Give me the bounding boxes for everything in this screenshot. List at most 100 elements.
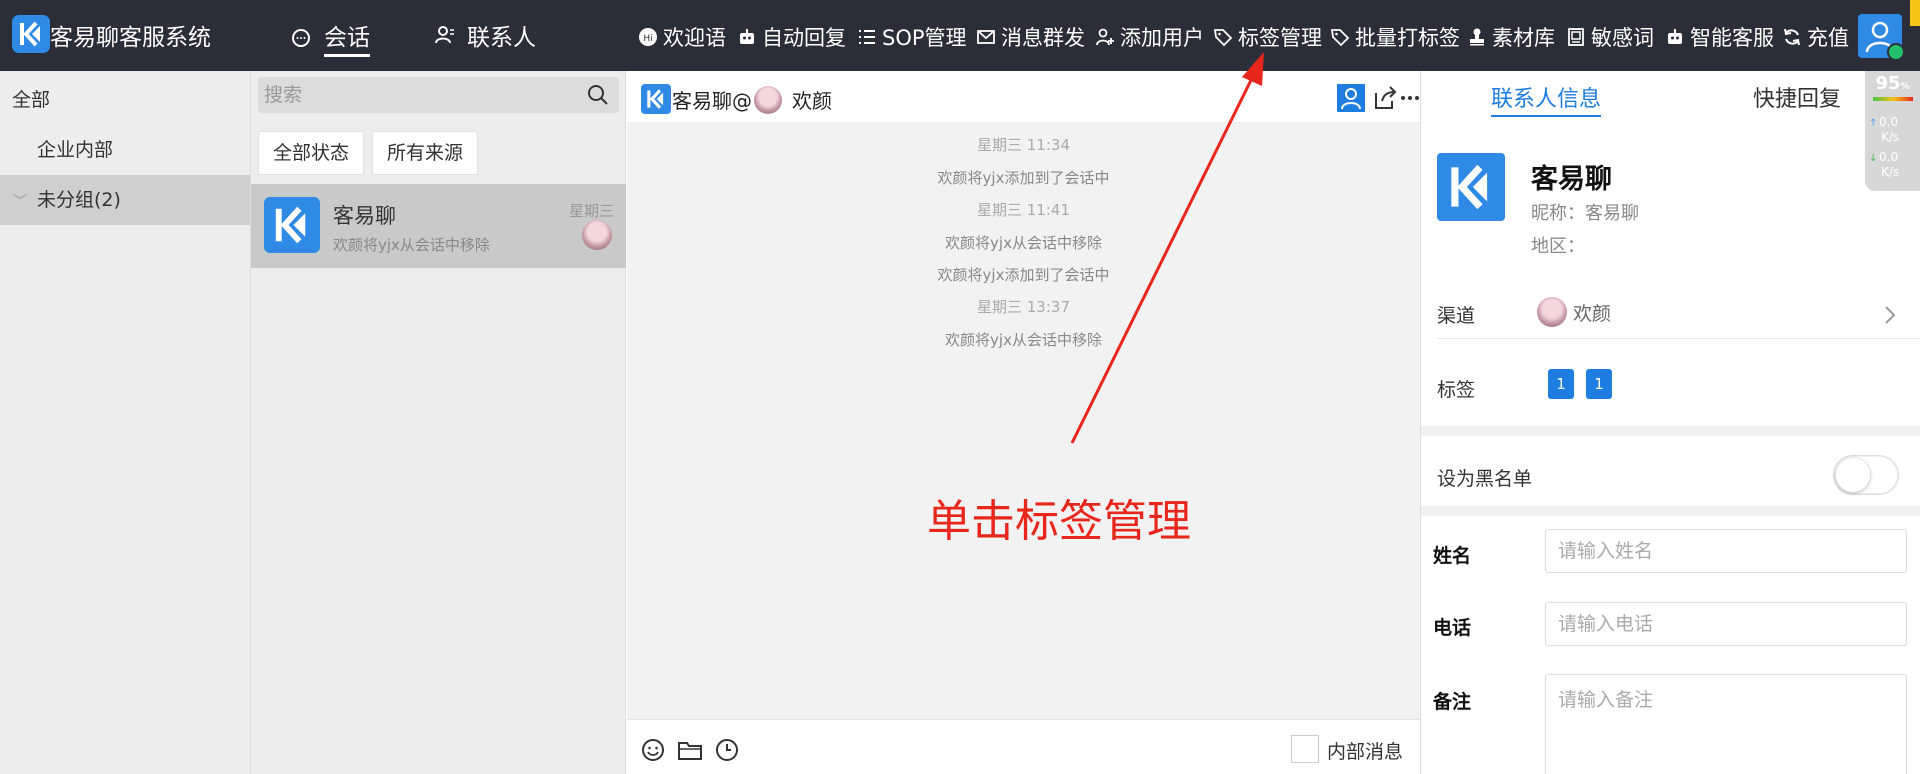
member-avatar bbox=[1537, 297, 1567, 327]
internal-message-checkbox[interactable] bbox=[1291, 735, 1319, 763]
contact-tabs: 联系人信息 快捷回复 bbox=[1421, 71, 1920, 123]
robot-icon bbox=[1668, 29, 1682, 44]
toolbar-label: 充值 bbox=[1807, 26, 1849, 50]
phone-label: 电话 bbox=[1433, 617, 1472, 639]
mail-icon bbox=[977, 30, 995, 44]
contact-panel: 联系人信息 快捷回复 客易聊 昵称：客易聊 地区： 渠道 欢颜 标签 1 1 设… bbox=[1420, 71, 1920, 774]
nav-tab-label: 会话 bbox=[324, 18, 370, 57]
search-icon[interactable] bbox=[587, 84, 609, 106]
toolbar-recharge[interactable]: 充值 bbox=[1782, 22, 1849, 52]
app-logo-icon bbox=[12, 15, 50, 53]
system-message: 欢颜将yjx从会话中移除 bbox=[945, 331, 1102, 349]
system-message: 欢颜将yjx添加到了会话中 bbox=[937, 169, 1110, 187]
tags-label: 标签 bbox=[1437, 379, 1476, 401]
app-logo-icon bbox=[275, 206, 306, 244]
accent-strip bbox=[1910, 0, 1920, 26]
toolbar-broadcast[interactable]: 消息群发 bbox=[976, 22, 1085, 52]
message-timestamp: 星期三 13:37 bbox=[977, 298, 1070, 316]
group-panel: 全部 企业内部 ﹀ 未分组(2) bbox=[0, 71, 251, 774]
chat-footer: 内部消息 bbox=[627, 719, 1420, 774]
toolbar-label: SOP管理 bbox=[882, 26, 967, 50]
upload-speed: ↑ 0.0 bbox=[1869, 116, 1919, 130]
channel-row[interactable]: 渠道 欢颜 bbox=[1421, 295, 1920, 335]
source-filter-button[interactable]: 所有来源 bbox=[372, 131, 479, 175]
tab-contact-info[interactable]: 联系人信息 bbox=[1491, 81, 1602, 117]
arrow-up-icon: ↑ bbox=[1869, 118, 1878, 129]
name-label: 姓名 bbox=[1433, 545, 1472, 567]
tags-row: 标签 1 1 bbox=[1421, 367, 1920, 407]
upload-speed-value: 0.0 bbox=[1879, 115, 1899, 129]
toolbar-label: 批量打标签 bbox=[1355, 26, 1460, 50]
search-input[interactable] bbox=[258, 77, 578, 113]
emoji-icon[interactable] bbox=[640, 737, 666, 763]
toolbar-label: 标签管理 bbox=[1238, 26, 1322, 50]
chat-logo-icon bbox=[641, 84, 671, 114]
contact-nickname: 昵称：客易聊 bbox=[1531, 203, 1639, 224]
robot-icon bbox=[740, 29, 754, 44]
tag-chip[interactable]: 1 bbox=[1548, 369, 1574, 399]
add-user-icon bbox=[1096, 28, 1114, 46]
hi-icon: Hi bbox=[639, 28, 657, 46]
download-speed-unit: K/s bbox=[1881, 165, 1900, 179]
toolbar-smart-service[interactable]: 智能客服 bbox=[1665, 22, 1774, 52]
channel-value: 欢颜 bbox=[1537, 297, 1611, 327]
svg-text:Hi: Hi bbox=[643, 34, 652, 44]
tab-quick-reply[interactable]: 快捷回复 bbox=[1753, 81, 1841, 113]
member-avatar bbox=[582, 220, 612, 250]
session-avatar bbox=[264, 197, 320, 253]
search-box bbox=[258, 77, 619, 113]
toolbar-sensitive-words[interactable]: 敏感词 bbox=[1566, 22, 1654, 52]
toolbar-add-user[interactable]: 添加用户 bbox=[1095, 22, 1204, 52]
net-speed-widget[interactable]: 95% ↑ 0.0 K/s ↓ 0.0 K/s bbox=[1865, 71, 1920, 191]
group-item-internal[interactable]: 企业内部 bbox=[0, 125, 250, 175]
toggle-knob bbox=[1836, 458, 1870, 492]
chevron-down-icon: ﹀ bbox=[13, 194, 27, 210]
member-list-button[interactable] bbox=[1336, 83, 1366, 118]
session-time: 星期三 bbox=[568, 202, 614, 220]
app-logo-icon bbox=[1451, 164, 1488, 210]
session-item[interactable]: 客易聊 欢颜将yjx从会话中移除 星期三 bbox=[251, 184, 626, 268]
download-speed-value: 0.0 bbox=[1879, 150, 1899, 164]
toolbar-batch-tag[interactable]: 批量打标签 bbox=[1330, 22, 1460, 52]
group-item-ungrouped[interactable]: ﹀ 未分组(2) bbox=[0, 175, 250, 225]
toolbar-auto-reply[interactable]: 自动回复 bbox=[737, 22, 846, 52]
group-item-all[interactable]: 全部 bbox=[0, 75, 250, 125]
toolbar-label: 消息群发 bbox=[1001, 26, 1085, 50]
annotation-text: 单击标签管理 bbox=[927, 496, 1191, 547]
upload-speed-unit: K/s bbox=[1881, 130, 1900, 144]
chat-panel: 客易聊@ 欢颜 星期三 11:34 欢颜将yjx添加到了会话中 星期三 11:4… bbox=[627, 71, 1420, 774]
document-icon bbox=[1568, 28, 1584, 46]
download-speed: ↓ 0.0 bbox=[1869, 151, 1919, 165]
user-avatar[interactable] bbox=[1858, 14, 1905, 61]
blacklist-toggle[interactable] bbox=[1833, 455, 1899, 495]
system-message: 欢颜将yjx添加到了会话中 bbox=[937, 266, 1110, 284]
status-filter-button[interactable]: 全部状态 bbox=[258, 131, 365, 175]
toolbar-tag-management[interactable]: 标签管理 bbox=[1213, 22, 1322, 52]
tag-icon bbox=[1213, 29, 1233, 47]
system-message: 欢颜将yjx从会话中移除 bbox=[945, 234, 1102, 252]
name-input[interactable] bbox=[1545, 529, 1907, 573]
section-divider bbox=[1421, 506, 1920, 516]
tag-chip[interactable]: 1 bbox=[1586, 369, 1612, 399]
internal-message-label: 内部消息 bbox=[1327, 741, 1404, 763]
contact-icon bbox=[435, 26, 454, 44]
phone-input[interactable] bbox=[1545, 602, 1907, 646]
member-avatar bbox=[754, 85, 782, 114]
session-preview: 欢颜将yjx从会话中移除 bbox=[333, 236, 490, 254]
tag-icon bbox=[1330, 29, 1350, 47]
clock-icon[interactable] bbox=[714, 737, 740, 763]
toolbar-label: 素材库 bbox=[1492, 26, 1555, 50]
chevron-right-icon bbox=[1885, 306, 1896, 324]
session-name: 客易聊 bbox=[333, 204, 396, 228]
nav-tab-sessions[interactable]: 会话 bbox=[290, 18, 370, 57]
note-textarea[interactable] bbox=[1545, 674, 1907, 774]
folder-icon[interactable] bbox=[677, 737, 703, 763]
toolbar-welcome[interactable]: Hi 欢迎语 bbox=[638, 22, 726, 52]
chat-title-prefix: 客易聊@ bbox=[672, 89, 752, 113]
speed-percent-value: 95 bbox=[1875, 73, 1901, 94]
contact-name: 客易聊 bbox=[1531, 164, 1612, 195]
online-badge bbox=[1887, 43, 1905, 61]
nav-tab-contacts[interactable]: 联系人 bbox=[433, 18, 536, 52]
toolbar-material-library[interactable]: 素材库 bbox=[1467, 22, 1555, 52]
toolbar-sop[interactable]: SOP管理 bbox=[857, 22, 967, 52]
